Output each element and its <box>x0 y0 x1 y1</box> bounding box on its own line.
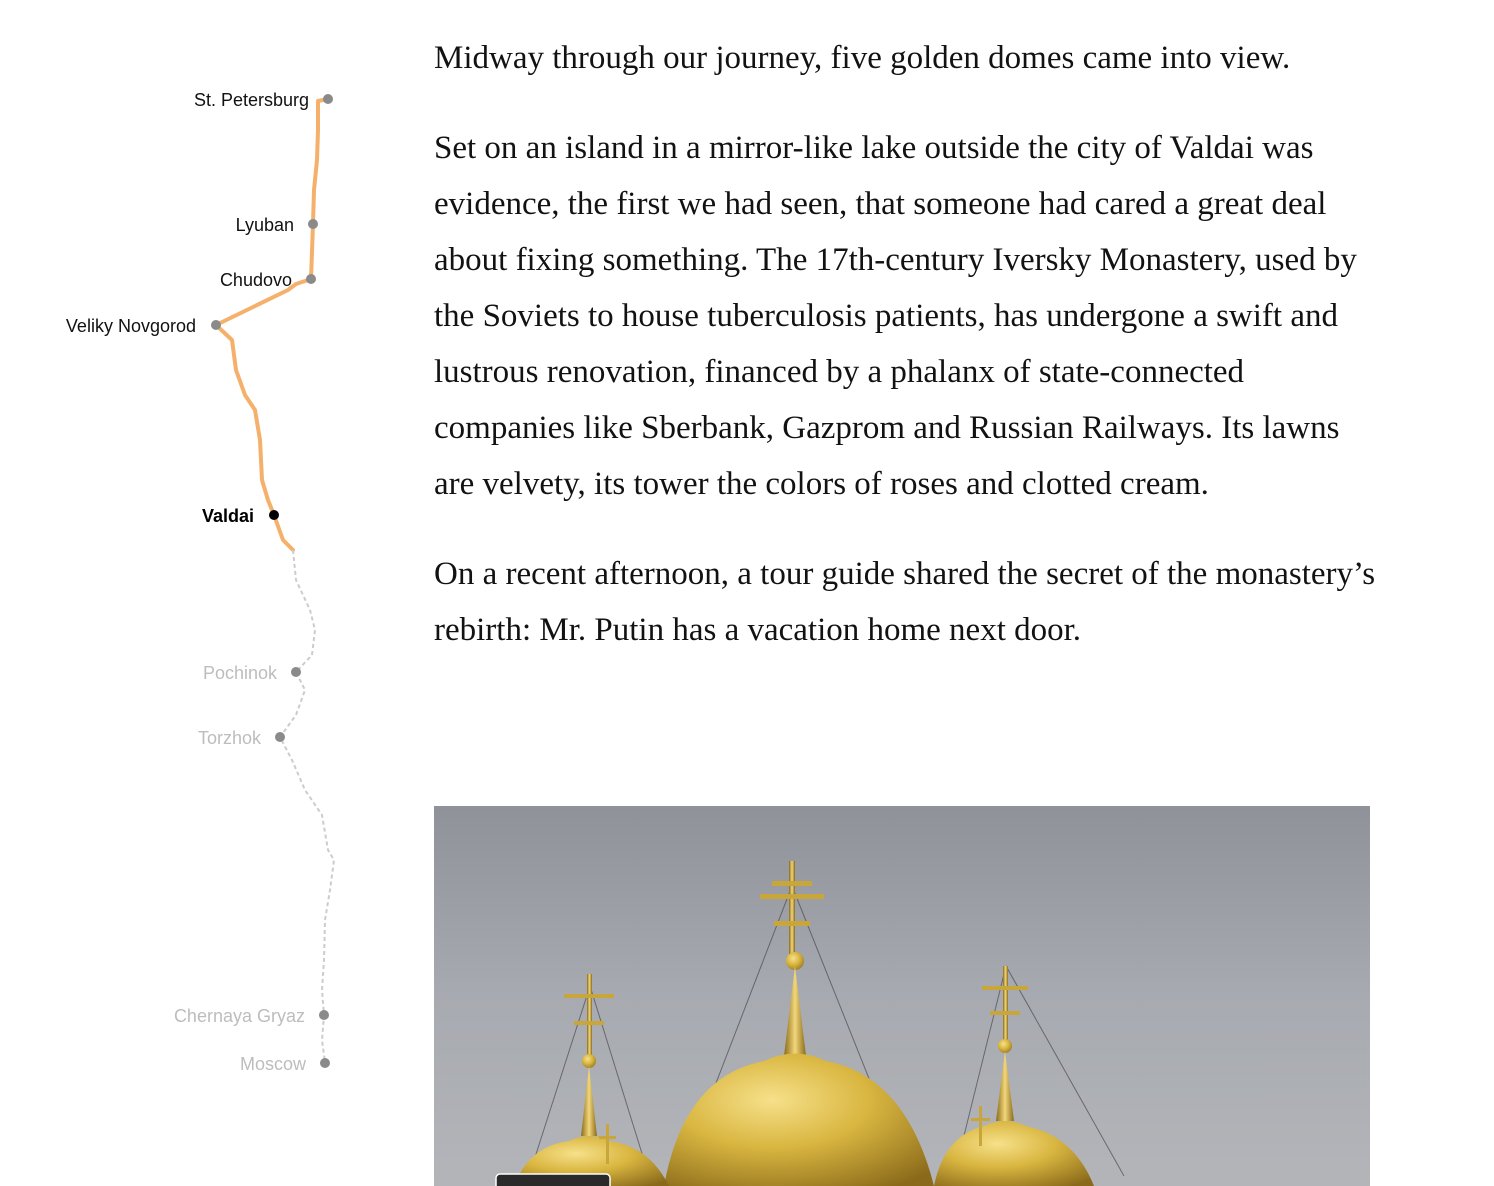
stop-dot <box>308 219 318 229</box>
stop-label: St. Petersburg <box>194 90 309 110</box>
stop-st-petersburg: St. Petersburg <box>194 90 333 110</box>
stop-label: Veliky Novgorod <box>66 316 196 336</box>
photo-illustration <box>434 806 1370 1186</box>
stop-dot <box>323 94 333 104</box>
stop-dot <box>291 667 301 677</box>
stop-torzhok: Torzhok <box>198 728 285 748</box>
stop-dot <box>320 1058 330 1068</box>
stop-veliky-novgorod: Veliky Novgorod <box>66 316 221 336</box>
stop-lyuban: Lyuban <box>236 215 318 235</box>
photo-badge <box>495 1173 611 1186</box>
stop-dot <box>211 320 221 330</box>
route-map: St. Petersburg Lyuban Chudovo Veliky Nov… <box>66 90 335 1074</box>
stop-label: Chudovo <box>220 270 292 290</box>
article-paragraph: On a recent afternoon, a tour guide shar… <box>434 556 1376 648</box>
stop-label: Pochinok <box>203 663 278 683</box>
article-paragraph: Set on an island in a mirror-like lake o… <box>434 130 1357 502</box>
traveled-route-line <box>214 97 330 552</box>
stop-chudovo: Chudovo <box>220 270 316 290</box>
stop-dot <box>319 1010 329 1020</box>
stop-label: Valdai <box>202 506 254 526</box>
stop-chernaya-gryaz: Chernaya Gryaz <box>174 1006 329 1026</box>
stop-dot <box>275 732 285 742</box>
article-paragraph: Midway through our journey, five golden … <box>434 40 1291 76</box>
stop-label: Lyuban <box>236 215 294 235</box>
stop-dot <box>306 274 316 284</box>
stop-label: Chernaya Gryaz <box>174 1006 305 1026</box>
stop-valdai: Valdai <box>202 506 279 526</box>
article-body: Midway through our journey, five golden … <box>434 30 1384 658</box>
monastery-domes-photo <box>434 806 1370 1186</box>
stop-pochinok: Pochinok <box>203 663 301 683</box>
stop-moscow: Moscow <box>240 1054 330 1074</box>
current-stop-dot <box>269 510 279 520</box>
upcoming-route-line <box>279 549 335 1064</box>
stop-label: Moscow <box>240 1054 307 1074</box>
stop-label: Torzhok <box>198 728 262 748</box>
